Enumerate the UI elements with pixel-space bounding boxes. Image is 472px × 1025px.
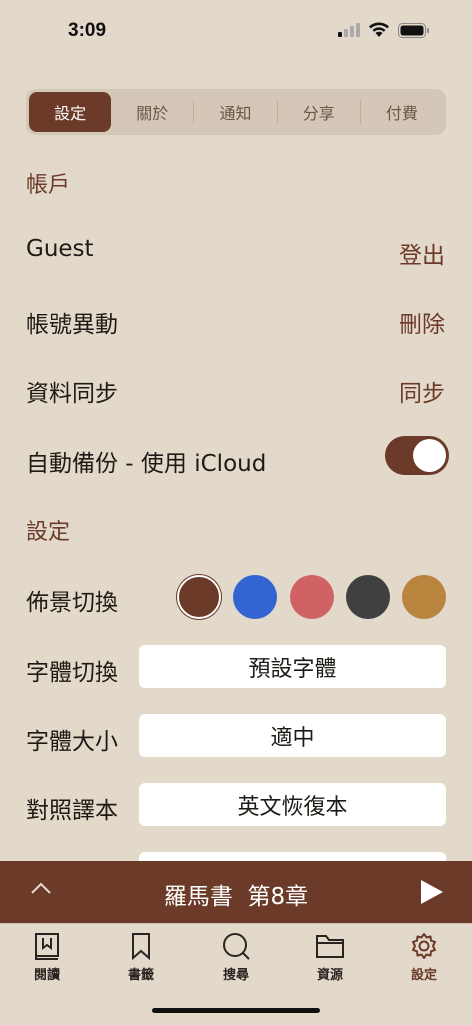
account-section-title: 帳戶 [26, 173, 71, 198]
tab-read[interactable]: 閱讀 [12, 932, 82, 983]
gear-icon [412, 933, 436, 959]
status-icons [338, 22, 430, 38]
search-icon [223, 933, 250, 960]
settings-segmented-control: 設定 關於 通知 分享 付費 [26, 89, 446, 135]
tab-search-label: 搜尋 [222, 968, 249, 983]
account-change-label: 帳號異動 [26, 312, 118, 338]
account-username: Guest [26, 236, 94, 262]
tab-bookmarks[interactable]: 書籤 [106, 932, 176, 983]
now-playing-title: 羅馬書 第8章 [163, 884, 309, 910]
logout-button[interactable]: 登出 [399, 236, 445, 270]
home-indicator [152, 1008, 320, 1013]
book-icon [35, 933, 59, 960]
segment-payment[interactable]: 付費 [361, 92, 443, 132]
status-time: 3:09 [68, 20, 107, 41]
compare-translation-selector[interactable]: 英文恢復本 [139, 783, 446, 826]
tab-settings[interactable]: 設定 [389, 932, 459, 983]
font-size-selector[interactable]: 適中 [139, 714, 446, 757]
tab-search[interactable]: 搜尋 [201, 932, 271, 983]
tab-settings-label: 設定 [410, 968, 437, 983]
delete-account-button[interactable]: 刪除 [399, 305, 445, 339]
signal-icon [338, 23, 360, 37]
tab-resources[interactable]: 資源 [295, 932, 365, 983]
icloud-backup-toggle[interactable] [385, 436, 449, 475]
data-sync-label: 資料同步 [26, 381, 118, 407]
toggle-knob [413, 439, 446, 472]
theme-swatch-dark[interactable] [346, 575, 390, 619]
status-bar: 3:09 [0, 0, 472, 64]
tab-read-label: 閱讀 [33, 968, 60, 983]
sync-button[interactable]: 同步 [399, 374, 445, 408]
font-size-label: 字體大小 [26, 729, 118, 755]
play-icon[interactable] [420, 879, 444, 905]
theme-swatch-brown[interactable] [177, 575, 221, 619]
settings-section-title: 設定 [26, 520, 71, 545]
theme-swatch-gold[interactable] [402, 575, 446, 619]
wifi-icon [369, 22, 389, 37]
tab-resources-label: 資源 [316, 968, 343, 983]
segment-about[interactable]: 關於 [111, 92, 193, 132]
bookmark-icon [132, 933, 150, 960]
theme-swatch-blue[interactable] [233, 575, 277, 619]
compare-translation-label: 對照譯本 [26, 798, 118, 824]
next-selector-partial[interactable] [139, 852, 446, 861]
segment-settings[interactable]: 設定 [29, 92, 112, 132]
now-playing-bar[interactable]: 羅馬書 第8章 [0, 861, 472, 923]
font-switch-label: 字體切換 [26, 660, 118, 686]
theme-switch-label: 佈景切換 [26, 590, 118, 616]
font-selector[interactable]: 預設字體 [139, 645, 446, 688]
folder-icon [316, 935, 344, 958]
segment-share[interactable]: 分享 [278, 92, 360, 132]
theme-swatch-red[interactable] [290, 575, 334, 619]
icloud-backup-label: 自動備份 - 使用 iCloud [26, 451, 267, 477]
segment-notifications[interactable]: 通知 [194, 92, 276, 132]
tab-bookmarks-label: 書籤 [127, 968, 154, 983]
battery-icon [398, 22, 429, 38]
